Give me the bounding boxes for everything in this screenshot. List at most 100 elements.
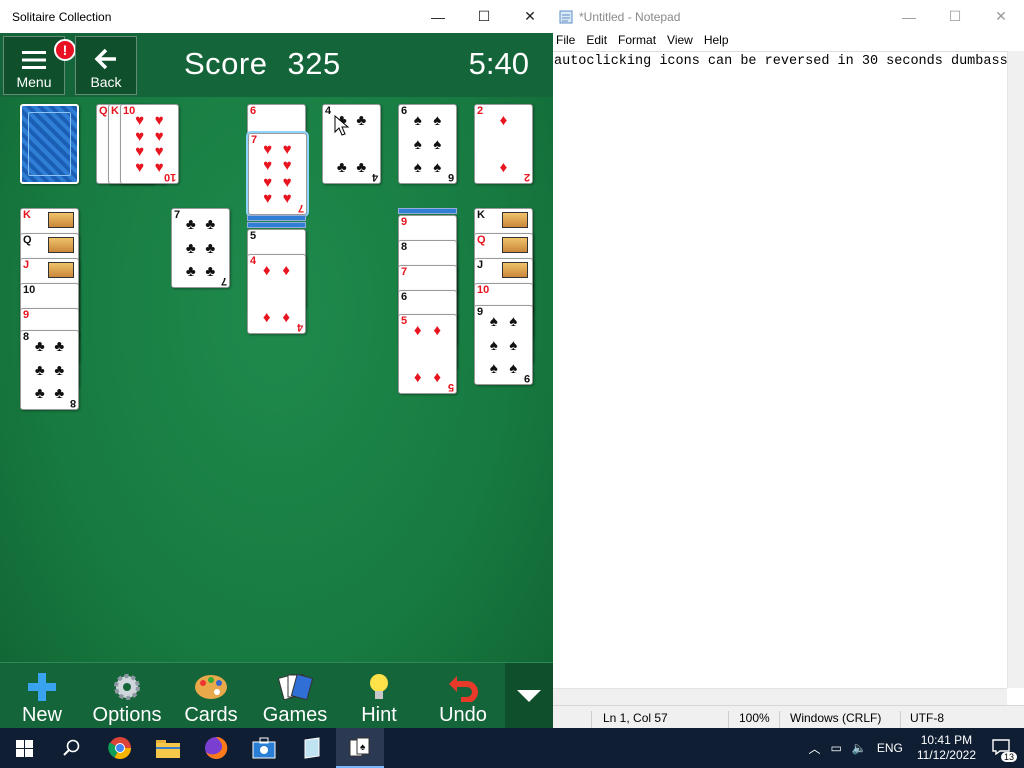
card-rank: 9 xyxy=(401,216,408,228)
tableau-card[interactable]: 5 ♦ ♦ ♦ ♦ 5 xyxy=(398,314,457,394)
tableau-card[interactable]: 7 ♣ ♣ ♣ ♣ ♣ ♣ 7 xyxy=(171,208,230,288)
jack-face-icon xyxy=(48,262,74,278)
options-button[interactable]: Options xyxy=(92,667,162,727)
card-rank: Q xyxy=(23,234,32,246)
encoding: UTF-8 xyxy=(910,711,944,725)
menu-help[interactable]: Help xyxy=(704,33,738,51)
waste-card-top[interactable]: 10 ♥ ♥ ♥ ♥ ♥ ♥ ♥ ♥ 10 xyxy=(120,104,179,184)
more-button[interactable] xyxy=(505,663,553,728)
notepad-title: *Untitled - Notepad xyxy=(579,9,681,24)
notepad-titlebar[interactable]: *Untitled - Notepad — ☐ ✕ xyxy=(553,0,1024,33)
facedown-card xyxy=(247,222,306,228)
hint-label: Hint xyxy=(361,704,397,726)
foundation-spades[interactable]: 6 ♠ ♠ ♠ ♠ ♠ ♠ 6 xyxy=(398,104,457,184)
window-title: Solitaire Collection xyxy=(12,9,112,24)
cards-button[interactable]: Cards xyxy=(182,667,240,727)
windows-logo-icon xyxy=(15,739,33,757)
undo-button[interactable]: Undo xyxy=(436,667,490,727)
menu-view[interactable]: View xyxy=(667,33,702,51)
taskbar-solitaire[interactable]: ♠ xyxy=(336,728,384,768)
taskbar-store[interactable] xyxy=(240,728,288,768)
search-icon xyxy=(63,739,80,756)
svg-text:♠: ♠ xyxy=(360,742,366,753)
dragged-rank: 7 xyxy=(251,134,258,146)
notepad-icon xyxy=(559,10,573,23)
top-bar: Menu ! Back Score 325 5:40 xyxy=(0,33,553,97)
search-button[interactable] xyxy=(48,728,96,768)
cursor-position: Ln 1, Col 57 xyxy=(603,711,668,725)
card-rank: 9 xyxy=(23,309,30,321)
card-rank: 10 xyxy=(477,284,490,296)
menu-file[interactable]: File xyxy=(556,33,584,51)
cards-label: Cards xyxy=(184,704,238,726)
taskbar-notepad[interactable] xyxy=(288,728,336,768)
king-face-icon xyxy=(502,212,528,228)
taskbar-file-explorer[interactable] xyxy=(144,728,192,768)
foundation-rank-bottom: 4 xyxy=(371,171,378,183)
foundation-rank: 6 xyxy=(250,105,257,117)
timer: 5:40 xyxy=(468,46,529,81)
back-label: Back xyxy=(90,74,122,90)
card-rank: 4 xyxy=(250,255,257,267)
network-icon[interactable]: ▭ xyxy=(831,741,842,755)
card-rank: 6 xyxy=(401,291,408,303)
hamburger-icon xyxy=(22,51,46,69)
alert-badge: ! xyxy=(54,39,76,61)
hint-button[interactable]: Hint xyxy=(356,667,402,727)
new-button[interactable]: New xyxy=(20,667,64,727)
card-rank: K xyxy=(477,209,485,221)
system-tray: ︿ ▭ 🔈 ENG 10:41 PM 11/12/2022 13 xyxy=(809,728,1024,768)
volume-icon[interactable]: 🔈 xyxy=(852,741,867,755)
clock[interactable]: 10:41 PM 11/12/2022 xyxy=(917,733,976,763)
horizontal-scrollbar[interactable] xyxy=(553,688,1007,705)
minimize-button[interactable]: — xyxy=(415,0,461,33)
dragged-rank-bottom: 7 xyxy=(297,202,304,214)
bottom-toolbar: New Options Cards Games Hint Undo xyxy=(0,662,553,728)
maximize-button[interactable]: ☐ xyxy=(461,0,507,33)
dragged-card[interactable]: 7 ♥ ♥ ♥ ♥ ♥ ♥ ♥ ♥ 7 xyxy=(246,131,309,217)
solitaire-app-icon: ♠ xyxy=(349,737,370,757)
menu-edit[interactable]: Edit xyxy=(586,33,616,51)
card-rank: 5 xyxy=(250,230,257,242)
solitaire-window: Solitaire Collection — ☐ ✕ Menu ! Back S… xyxy=(0,0,553,728)
close-button[interactable]: ✕ xyxy=(507,0,553,33)
text-editor[interactable]: autoclicking icons can be reversed in 30… xyxy=(553,51,1008,688)
chevron-up-icon[interactable]: ︿ xyxy=(809,740,821,757)
stock-pile[interactable] xyxy=(20,104,79,184)
tableau-card[interactable]: 8 ♣ ♣ ♣ ♣ ♣ ♣ 8 xyxy=(20,330,79,410)
tableau-card[interactable]: 9 ♠ ♠ ♠ ♠ ♠ ♠ 9 xyxy=(474,305,533,385)
card-rank: K xyxy=(23,209,31,221)
score-display: Score 325 xyxy=(184,46,341,82)
card-rank: J xyxy=(477,259,484,271)
options-label: Options xyxy=(92,704,162,726)
clock-date: 11/12/2022 xyxy=(916,748,976,762)
back-button[interactable]: Back xyxy=(75,36,137,95)
taskbar: ♠ ︿ ▭ 🔈 ENG 10:41 PM 11/12/2022 13 xyxy=(0,728,1024,768)
notepad-app-icon xyxy=(304,737,320,759)
close-button[interactable]: ✕ xyxy=(978,0,1024,33)
line-ending: Windows (CRLF) xyxy=(790,711,882,725)
back-arrow-icon xyxy=(94,48,116,70)
card-rank: J xyxy=(23,259,30,271)
solitaire-titlebar[interactable]: Solitaire Collection — ☐ ✕ xyxy=(0,0,553,33)
minimize-button[interactable]: — xyxy=(886,0,932,33)
maximize-button[interactable]: ☐ xyxy=(932,0,978,33)
taskbar-firefox[interactable] xyxy=(192,728,240,768)
menu-button[interactable]: Menu ! xyxy=(3,36,76,95)
firefox-icon xyxy=(205,736,228,759)
language-indicator[interactable]: ENG xyxy=(877,741,903,755)
queen-face-icon xyxy=(502,237,528,253)
zoom-level: 100% xyxy=(739,711,770,725)
queen-face-icon xyxy=(48,237,74,253)
notification-button[interactable]: 13 xyxy=(992,738,1017,762)
start-button[interactable] xyxy=(0,728,48,768)
tableau-card[interactable]: 4 ♦ ♦ ♦ ♦ 4 xyxy=(247,254,306,334)
foundation-rank-bottom: 6 xyxy=(447,171,454,183)
foundation-clubs[interactable]: 4 ♣ ♣ ♣ ♣ 4 xyxy=(322,104,381,184)
taskbar-chrome[interactable] xyxy=(96,728,144,768)
games-button[interactable]: Games xyxy=(262,667,328,727)
menu-format[interactable]: Format xyxy=(618,33,665,51)
vertical-scrollbar[interactable] xyxy=(1007,51,1024,688)
foundation-diamonds[interactable]: 2 ♦ ♦ 2 xyxy=(474,104,533,184)
card-rank-bottom: 5 xyxy=(447,381,454,393)
